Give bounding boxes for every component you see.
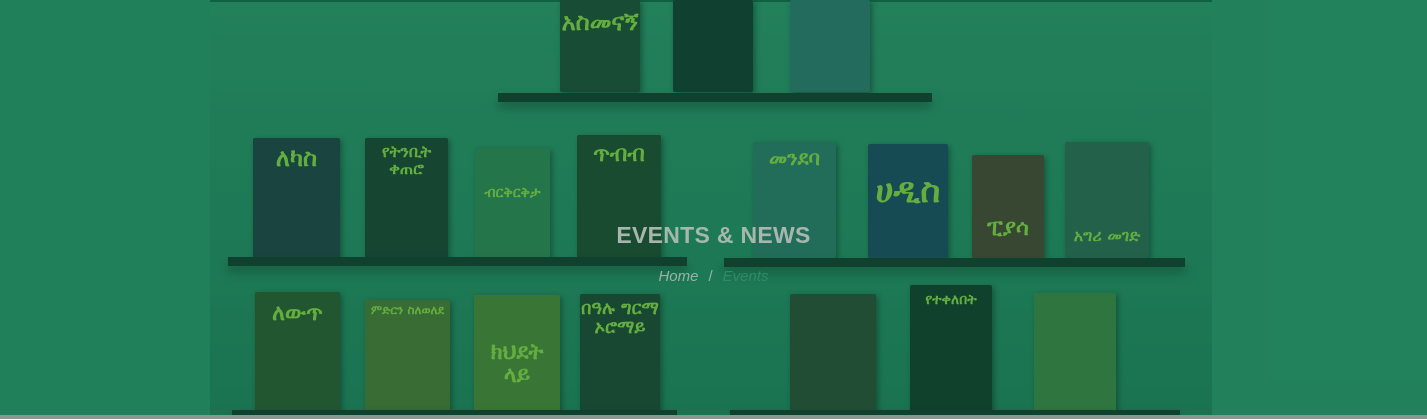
page-title: EVENTS & NEWS (616, 222, 811, 248)
breadcrumb-separator: / (708, 268, 713, 285)
breadcrumb-current: Events (722, 268, 769, 285)
bottom-border (0, 415, 1427, 419)
breadcrumb-home-link[interactable]: Home (658, 268, 698, 285)
page-hero: አስመናኝ ለካስ የትንቢት ቀጠሮ ብርቅርቅታ ጥብብ መንደባ ሀዲስ … (0, 0, 1427, 419)
color-overlay (0, 0, 1427, 419)
breadcrumb: Home / Events (0, 268, 1427, 285)
